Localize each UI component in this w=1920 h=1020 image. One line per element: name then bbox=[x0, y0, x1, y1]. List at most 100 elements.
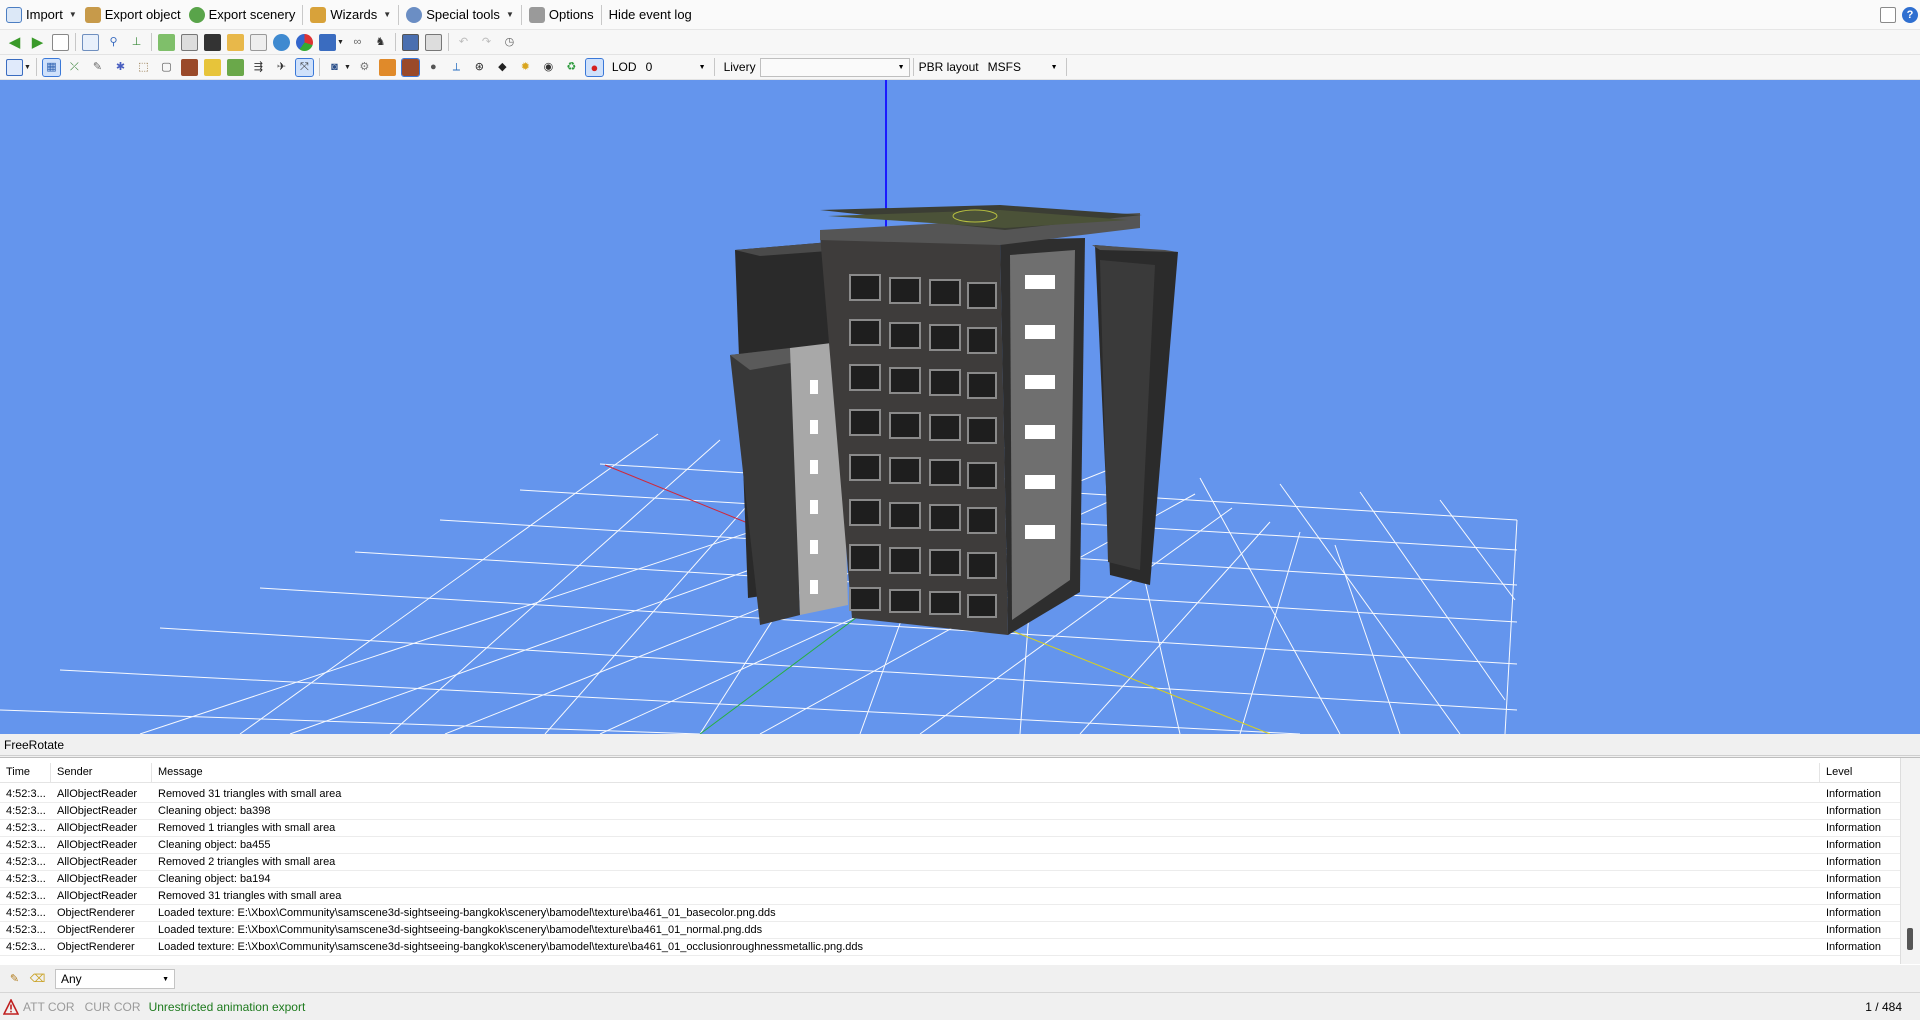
separator bbox=[520, 4, 522, 25]
level-filter-value: Any bbox=[61, 972, 82, 986]
back-arrow-icon[interactable]: ◀ bbox=[6, 34, 23, 51]
edit-note-icon[interactable]: ✎ bbox=[6, 971, 23, 988]
hierarchy-icon[interactable]: ⊥ bbox=[128, 34, 145, 51]
livery-label: Livery bbox=[723, 60, 756, 74]
3d-viewport[interactable] bbox=[0, 80, 1920, 734]
chevron-down-icon[interactable]: ▼ bbox=[24, 64, 31, 71]
normals-icon[interactable]: ⟂ bbox=[448, 59, 465, 76]
animation-export-status[interactable]: Unrestricted animation export bbox=[149, 1000, 306, 1014]
clock-icon[interactable]: ◷ bbox=[501, 34, 518, 51]
ground-icon[interactable] bbox=[226, 58, 244, 76]
import-label: Import bbox=[26, 7, 63, 22]
recycle-icon[interactable]: ♻ bbox=[563, 59, 580, 76]
broom-icon[interactable]: ⌫ bbox=[29, 971, 46, 988]
axis-icon[interactable]: ⤫ bbox=[66, 59, 83, 76]
separator bbox=[398, 4, 400, 25]
table-row[interactable]: 4:52:3... ObjectRenderer Loaded texture: E… bbox=[0, 939, 1900, 956]
import-menu[interactable]: Import ▼ bbox=[2, 2, 81, 28]
lod-select[interactable]: 0 ▼ bbox=[641, 58, 711, 77]
panel-icon[interactable] bbox=[424, 33, 442, 51]
log-scrollbar[interactable] bbox=[1900, 758, 1920, 964]
column-sender[interactable]: Sender bbox=[51, 763, 152, 782]
runway-icon[interactable]: ⇶ bbox=[250, 59, 267, 76]
ball-icon[interactable]: ⊛ bbox=[471, 59, 488, 76]
globe-icon[interactable] bbox=[273, 33, 290, 51]
help-icon[interactable]: ? bbox=[1902, 7, 1918, 23]
eye-icon[interactable]: ◉ bbox=[540, 59, 557, 76]
undo-icon[interactable]: ↶ bbox=[455, 34, 472, 51]
application-window: Import ▼ Export object Export scenery Wi… bbox=[0, 0, 1920, 1020]
chevron-down-icon: ▼ bbox=[383, 10, 392, 19]
column-level[interactable]: Level bbox=[1820, 763, 1900, 782]
attach-icon[interactable]: ⤧ bbox=[294, 57, 314, 77]
table-row[interactable]: 4:52:3... AllObjectReader Cleaning object:… bbox=[0, 837, 1900, 854]
hide-event-log-button[interactable]: Hide event log bbox=[605, 2, 696, 28]
settings-icon[interactable]: ⚙ bbox=[356, 59, 373, 76]
pin-icon[interactable]: ⚲ bbox=[105, 34, 122, 51]
pbr-layout-select[interactable]: MSFS ▼ bbox=[983, 58, 1063, 77]
chevron-down-icon: ▼ bbox=[68, 10, 77, 19]
scrollbar-thumb[interactable] bbox=[1907, 928, 1913, 950]
bones-icon[interactable]: ✱ bbox=[112, 59, 129, 76]
table-row[interactable]: 4:52:3... ObjectRenderer Loaded texture: E… bbox=[0, 922, 1900, 939]
options-button[interactable]: Options bbox=[525, 2, 598, 28]
measure-icon[interactable]: ✎ bbox=[89, 59, 106, 76]
log-rows: 4:52:3... AllObjectReader Removed 31 trian… bbox=[0, 786, 1900, 956]
film-icon[interactable] bbox=[204, 33, 221, 51]
special-tools-menu[interactable]: Special tools ▼ bbox=[402, 2, 518, 28]
image-icon[interactable] bbox=[227, 33, 244, 51]
document-icon[interactable] bbox=[52, 33, 69, 51]
light-icon[interactable] bbox=[203, 58, 221, 76]
chevron-down-icon[interactable]: ▼ bbox=[337, 39, 344, 46]
chevron-down-icon: ▼ bbox=[162, 975, 169, 983]
grid-toggle-icon[interactable]: ▦ bbox=[41, 57, 61, 77]
redo-icon[interactable]: ↷ bbox=[478, 34, 495, 51]
link-icon[interactable]: ∞ bbox=[349, 34, 366, 51]
zoom-icon[interactable] bbox=[82, 33, 99, 51]
network-icon[interactable] bbox=[319, 33, 336, 51]
export-scenery-button[interactable]: Export scenery bbox=[185, 2, 300, 28]
status-bar: ATT COR CUR COR Unrestricted animation e… bbox=[0, 992, 1920, 1020]
shading-icon[interactable] bbox=[400, 57, 420, 77]
box-icon[interactable]: ▢ bbox=[158, 59, 175, 76]
grid-view-icon[interactable] bbox=[250, 33, 267, 51]
export-object-button[interactable]: Export object bbox=[81, 2, 185, 28]
table-row[interactable]: 4:52:3... AllObjectReader Removed 31 trian… bbox=[0, 786, 1900, 803]
log-filter-bar: ✎ ⌫ Any ▼ bbox=[0, 966, 1920, 992]
column-message[interactable]: Message bbox=[152, 763, 1820, 782]
table-row[interactable]: 4:52:3... ObjectRenderer Loaded texture: E… bbox=[0, 905, 1900, 922]
material-icon[interactable] bbox=[158, 33, 175, 51]
hide-event-log-label: Hide event log bbox=[608, 7, 692, 22]
forward-arrow-icon[interactable]: ▶ bbox=[29, 34, 46, 51]
chevron-down-icon[interactable]: ▼ bbox=[344, 64, 351, 71]
chevron-down-icon: ▼ bbox=[698, 63, 706, 71]
table-row[interactable]: 4:52:3... AllObjectReader Cleaning object:… bbox=[0, 871, 1900, 888]
level-filter-select[interactable]: Any ▼ bbox=[55, 969, 175, 989]
brick-icon[interactable] bbox=[180, 58, 198, 76]
texture-icon[interactable] bbox=[181, 33, 198, 51]
aircraft-icon[interactable]: ✈ bbox=[273, 59, 290, 76]
chart-icon[interactable] bbox=[296, 33, 313, 51]
monitor-icon[interactable] bbox=[401, 33, 419, 51]
cube-icon[interactable] bbox=[378, 58, 396, 76]
teapot-icon[interactable]: ● bbox=[584, 57, 604, 77]
person-icon[interactable]: ♞ bbox=[372, 34, 389, 51]
fit-view-icon[interactable] bbox=[6, 58, 23, 76]
wireframe-icon[interactable]: ⬚ bbox=[135, 59, 152, 76]
column-time[interactable]: Time bbox=[0, 763, 51, 782]
object-counter: 1 / 484 bbox=[1865, 1000, 1902, 1014]
sun-icon[interactable]: ✹ bbox=[517, 59, 534, 76]
table-row[interactable]: 4:52:3... AllObjectReader Removed 1 triang… bbox=[0, 820, 1900, 837]
livery-select[interactable]: ▼ bbox=[759, 57, 910, 77]
options-label: Options bbox=[548, 7, 594, 22]
sphere-icon[interactable]: ● bbox=[425, 59, 442, 76]
camera-icon[interactable]: ◙ bbox=[326, 59, 343, 76]
fill-icon[interactable]: ◆ bbox=[494, 59, 511, 76]
wizards-menu[interactable]: Wizards ▼ bbox=[306, 2, 395, 28]
table-row[interactable]: 4:52:3... AllObjectReader Removed 31 trian… bbox=[0, 888, 1900, 905]
cur-cor-status: CUR COR bbox=[84, 999, 141, 1014]
layout-icon[interactable] bbox=[1880, 7, 1896, 23]
table-row[interactable]: 4:52:3... AllObjectReader Removed 2 triang… bbox=[0, 854, 1900, 871]
warning-icon[interactable] bbox=[3, 998, 19, 1015]
table-row[interactable]: 4:52:3... AllObjectReader Cleaning object:… bbox=[0, 803, 1900, 820]
